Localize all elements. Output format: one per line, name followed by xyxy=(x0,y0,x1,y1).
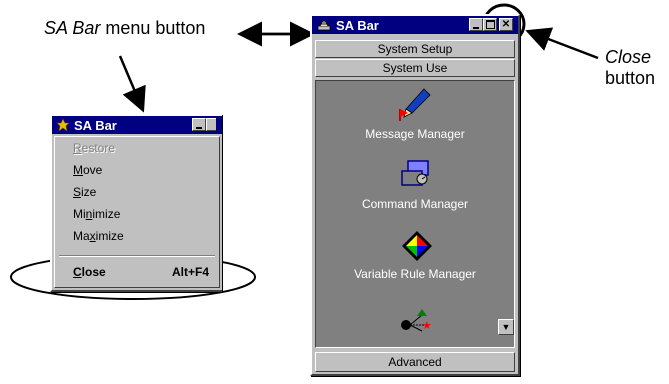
tab-system-use[interactable]: System Use xyxy=(315,59,515,77)
sa-bar-logo-icon xyxy=(317,19,331,31)
command-manager-label: Command Manager xyxy=(361,197,469,211)
menu-item-move-label: ove xyxy=(83,163,103,177)
menu-item-restore[interactable]: Restore xyxy=(73,141,115,155)
menu-item-size-mnemonic: S xyxy=(73,185,82,199)
menu-item-close-shortcut: Alt+F4 xyxy=(171,265,209,279)
network-icon: ★ xyxy=(401,309,432,332)
menu-item-maximize-label: imize xyxy=(95,229,124,243)
menu-item-size-label: ize xyxy=(81,185,97,199)
variable-rule-manager-label: Variable Rule Manager xyxy=(354,267,476,281)
minimize-button[interactable] xyxy=(469,18,483,31)
arrow-to-close xyxy=(525,27,599,60)
menu-item-minimize[interactable]: Minimize xyxy=(73,207,120,221)
command-manager-item[interactable]: Command Manager xyxy=(316,157,514,219)
menu-item-restore-label: estore xyxy=(81,141,116,155)
menu-item-maximize-prefix: Ma xyxy=(73,229,90,243)
menu-item-move[interactable]: Move xyxy=(73,163,102,177)
command-manager-icon xyxy=(401,160,429,186)
maximize-button[interactable] xyxy=(483,18,497,31)
menu-window-minimize-button[interactable] xyxy=(192,118,206,131)
menu-item-maximize[interactable]: Maximize xyxy=(73,229,124,243)
sa-bar-logo-icon xyxy=(56,118,70,132)
menu-item-close-label: lose xyxy=(81,265,106,279)
sa-bar-window: SA Bar ✕ System Setup System Use Message… xyxy=(310,14,520,376)
system-use-pane: Message Manager Command Manager Variable… xyxy=(315,80,515,348)
arrow-to-menu xyxy=(118,55,146,113)
menu-item-move-mnemonic: M xyxy=(73,163,83,177)
network-item[interactable]: ★ ▼ xyxy=(316,301,514,341)
menu-item-restore-mnemonic: R xyxy=(73,141,82,155)
menu-item-size[interactable]: Size xyxy=(73,185,96,199)
chevron-down-icon: ▼ xyxy=(501,322,511,332)
menu-item-close-mnemonic: C xyxy=(73,265,82,279)
menu-window-maximize-button[interactable] xyxy=(206,118,216,131)
close-icon: ✕ xyxy=(501,18,511,30)
minimize-icon xyxy=(196,126,202,129)
menu-separator xyxy=(59,255,215,257)
variable-rule-manager-item[interactable]: Variable Rule Manager xyxy=(316,229,514,291)
tab-advanced[interactable]: Advanced xyxy=(315,352,515,372)
menu-item-minimize-prefix: Mi xyxy=(73,207,86,221)
scroll-down-button[interactable]: ▼ xyxy=(498,319,514,335)
svg-text:★: ★ xyxy=(422,319,432,332)
menu-window-title: SA Bar xyxy=(74,117,117,133)
variable-rule-manager-icon xyxy=(402,231,432,261)
maximize-icon xyxy=(485,20,495,29)
message-manager-label: Message Manager xyxy=(365,127,465,141)
sa-bar-menu-button[interactable] xyxy=(316,18,332,32)
sa-bar-menu-window: SA Bar Restore Move Size Minimize Maximi… xyxy=(50,114,222,292)
minimize-icon xyxy=(473,26,479,29)
menu-item-close[interactable]: Close Alt+F4 xyxy=(73,265,209,279)
system-menu: Restore Move Size Minimize Maximize Clos… xyxy=(54,136,220,288)
sa-bar-title: SA Bar xyxy=(336,17,379,33)
message-manager-item[interactable]: Message Manager xyxy=(316,87,514,149)
menu-item-minimize-label: imize xyxy=(92,207,121,221)
close-button[interactable]: ✕ xyxy=(499,18,513,31)
message-manager-icon xyxy=(399,88,431,121)
tab-system-setup[interactable]: System Setup xyxy=(315,40,515,58)
